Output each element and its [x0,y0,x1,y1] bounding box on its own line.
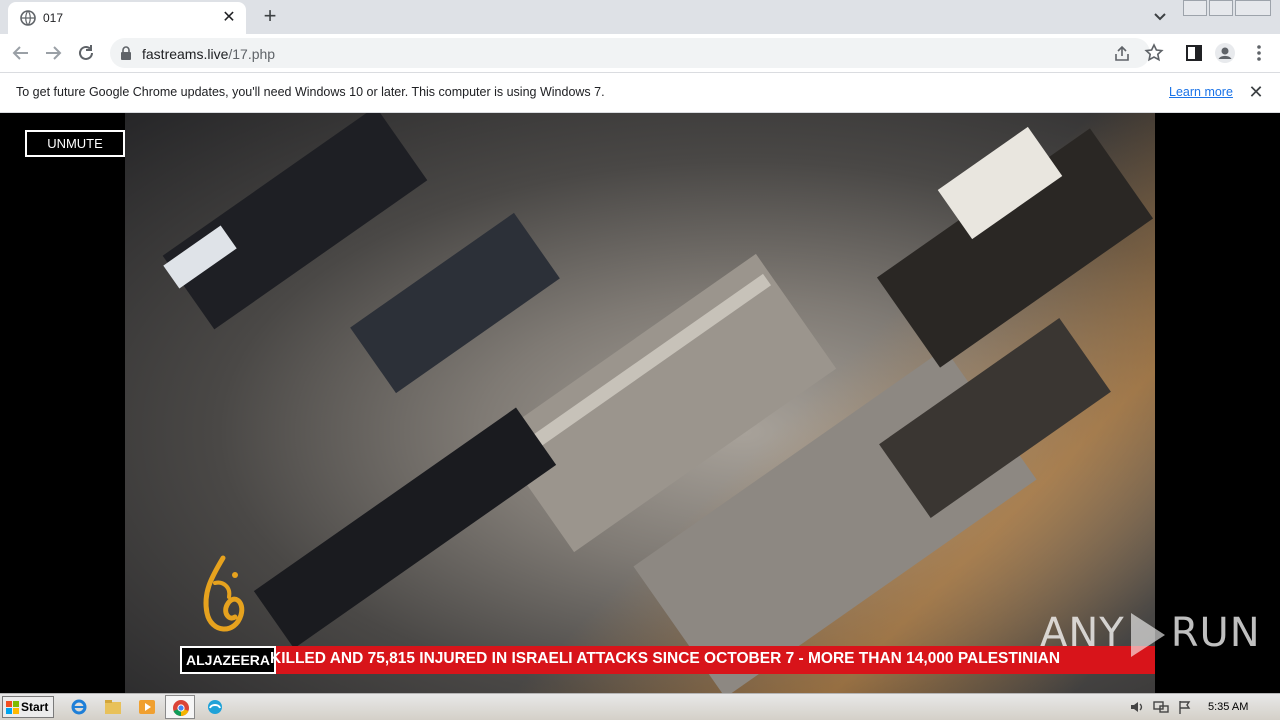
globe-icon [20,10,36,26]
start-label: Start [21,700,49,714]
tab-title: 017 [43,11,64,25]
star-icon[interactable] [1143,42,1165,64]
folder-icon[interactable] [104,699,122,715]
infobar-message: To get future Google Chrome updates, you… [16,85,605,99]
video-scene-shape [350,212,560,394]
windows-flag-icon [6,701,19,714]
edge-icon[interactable] [206,699,224,715]
unmute-button[interactable]: UNMUTE [25,130,125,157]
video-scene-shape [162,113,428,330]
restore-button[interactable] [1209,0,1233,16]
share-icon[interactable] [1113,45,1131,63]
page-content: UNMUTE ALJAZEERA KILLED AND 75,815 INJUR… [0,113,1280,693]
anyrun-watermark: ANY RUN [1040,610,1261,670]
tab-017[interactable]: 017 ✕ [8,2,246,34]
chevron-down-icon[interactable] [1150,8,1170,26]
media-player-icon[interactable] [138,699,156,715]
ticker-text: KILLED AND 75,815 INJURED IN ISRAELI ATT… [270,650,1061,667]
aljazeera-logo-icon [203,555,245,632]
internet-explorer-icon[interactable] [70,699,88,715]
tab-strip: 017 ✕ + [0,0,1280,34]
window-close-button[interactable] [1235,0,1271,16]
action-center-flag-icon[interactable] [1176,699,1194,715]
chrome-icon [173,700,189,717]
kebab-menu-icon[interactable] [1248,42,1270,64]
reload-icon[interactable] [75,42,97,64]
learn-more-link[interactable]: Learn more [1169,85,1233,99]
update-infobar: To get future Google Chrome updates, you… [0,72,1280,113]
minimize-button[interactable] [1183,0,1207,16]
profile-avatar-icon[interactable] [1214,42,1236,64]
address-bar[interactable]: fastreams.live/17.php [110,38,1150,68]
news-ticker: ALJAZEERA KILLED AND 75,815 INJURED IN I… [180,646,1155,674]
video-frame[interactable] [125,113,1155,693]
network-icon[interactable] [1152,699,1170,715]
url-text[interactable]: fastreams.live/17.php [142,46,275,62]
infobar-close-icon[interactable]: ✕ [1247,83,1265,101]
new-tab-button[interactable]: + [257,5,283,29]
ticker-brand: ALJAZEERA [180,646,277,674]
watermark-right: RUN [1170,610,1261,656]
video-scene-shape [253,407,557,649]
start-button[interactable]: Start [2,696,54,718]
watermark-left: ANY [1040,610,1125,656]
taskbar: Start 5:35 AM [0,693,1280,720]
forward-arrow-icon[interactable] [42,42,64,64]
taskbar-clock[interactable]: 5:35 AM [1208,701,1248,713]
volume-icon[interactable] [1128,699,1146,715]
lock-icon[interactable] [120,46,132,60]
play-icon [1130,613,1165,657]
tab-close-icon[interactable]: ✕ [220,9,238,27]
back-arrow-icon[interactable] [10,42,32,64]
chrome-taskbar-button[interactable] [165,695,195,719]
browser-toolbar: fastreams.live/17.php [0,34,1280,72]
side-panel-icon[interactable] [1183,42,1205,64]
